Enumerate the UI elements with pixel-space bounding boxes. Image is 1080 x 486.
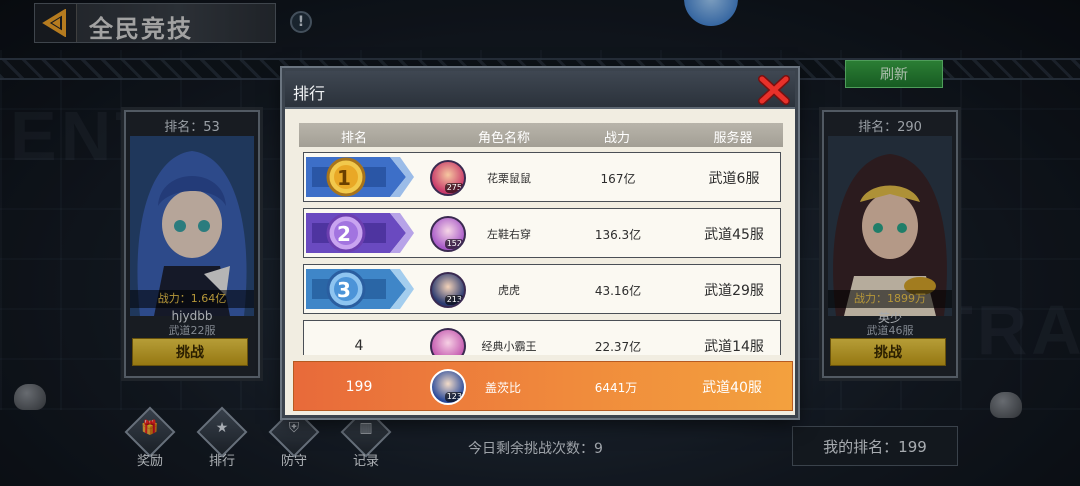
my-rank-number: 199	[345, 379, 373, 395]
player-power: 167亿	[600, 171, 636, 186]
rank-number: 4	[354, 338, 364, 354]
column-header: 排名	[340, 131, 367, 146]
my-server: 武道40服	[702, 380, 762, 396]
player-name: 虎虎	[498, 284, 520, 297]
column-header: 角色名称	[477, 131, 530, 146]
my-name: 盖茨比	[484, 380, 521, 395]
ranking-table[interactable]: 排名 角色名称 战力 服务器 1 275 花栗鼠鼠 167亿 武道6服 2 15…	[299, 123, 783, 355]
table-row[interactable]: 3 213 虎虎 43.16亿 武道29服	[303, 264, 781, 314]
player-name: 花栗鼠鼠	[487, 172, 531, 185]
close-icon	[758, 75, 790, 105]
player-server: 武道6服	[708, 171, 760, 187]
rank-number: 1	[337, 166, 351, 190]
table-header: 排名 角色名称 战力 服务器	[299, 123, 783, 147]
modal-title: 排行	[293, 84, 326, 103]
player-power: 43.16亿	[594, 283, 642, 298]
player-server: 武道29服	[704, 283, 764, 299]
table-row[interactable]: 2 152 左鞋右穿 136.3亿 武道45服	[303, 208, 781, 258]
player-power: 136.3亿	[594, 227, 642, 242]
player-server: 武道14服	[704, 339, 764, 355]
ranking-modal: 排行 排名 角色名称 战力 服务器 1 275 花栗鼠鼠 167亿 武道6服 2…	[282, 68, 798, 418]
my-power: 6441万	[594, 380, 638, 395]
my-ranking-row: 199 123 盖茨比 6441万 武道40服	[293, 361, 793, 411]
player-server: 武道45服	[704, 227, 764, 243]
table-row[interactable]: 1 275 花栗鼠鼠 167亿 武道6服	[303, 152, 781, 202]
rank-number: 3	[337, 278, 351, 302]
column-header: 服务器	[713, 131, 753, 146]
table-row[interactable]: 4 经典小霸王 22.37亿 武道14服	[303, 320, 781, 355]
player-name: 经典小霸王	[481, 340, 537, 353]
close-button[interactable]	[757, 75, 791, 105]
rank-number: 2	[337, 222, 351, 246]
column-header: 战力	[603, 131, 630, 146]
player-name: 左鞋右穿	[487, 228, 531, 241]
modal-header: 排行	[285, 71, 795, 109]
player-power: 22.37亿	[594, 339, 642, 354]
